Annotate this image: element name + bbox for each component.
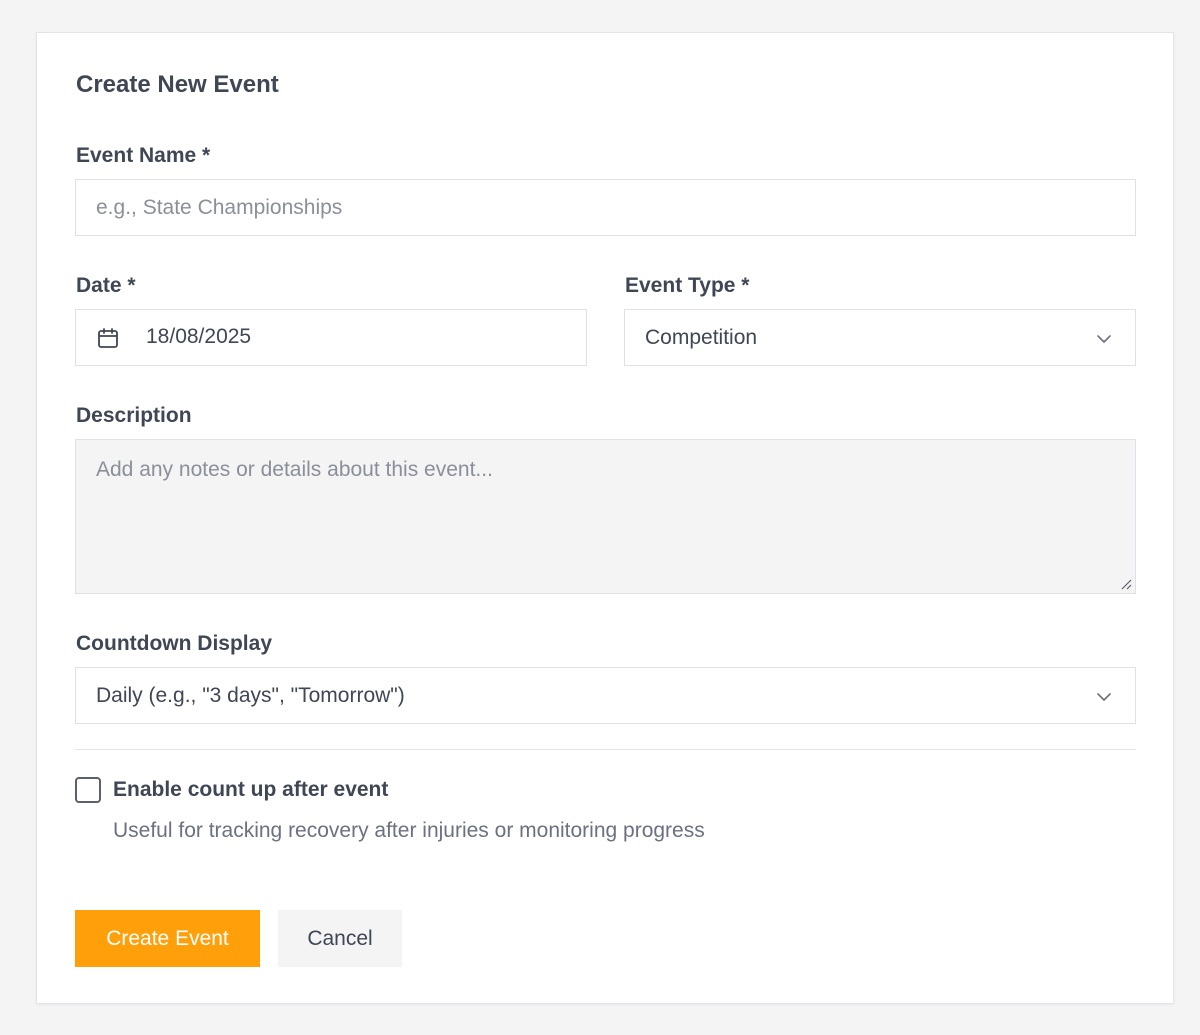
description-textarea[interactable]: Add any notes or details about this even… [75,439,1136,594]
event-name-input[interactable]: e.g., State Championships [75,179,1136,236]
event-name-placeholder: e.g., State Championships [96,195,343,219]
event-type-label: Event Type * [625,274,750,297]
countdown-label: Countdown Display [76,632,272,655]
count-up-label[interactable]: Enable count up after event [113,778,388,802]
divider [75,749,1136,750]
event-type-value: Competition [645,325,758,349]
count-up-checkbox[interactable] [75,777,101,803]
date-value: 18/08/2025 [146,325,252,348]
page-title: Create New Event [76,71,279,98]
cancel-button[interactable]: Cancel [278,910,402,967]
date-label: Date * [76,274,136,297]
create-event-card: Create New Event Event Name * e.g., Stat… [36,32,1174,1004]
description-label: Description [76,404,192,427]
event-type-select[interactable]: Competition [624,309,1136,366]
count-up-help-text: Useful for tracking recovery after injur… [113,819,705,842]
countdown-value: Daily (e.g., "3 days", "Tomorrow") [96,683,405,707]
description-placeholder: Add any notes or details about this even… [96,458,493,481]
date-input[interactable]: 18/08/2025 [75,309,587,366]
event-name-label: Event Name * [76,144,211,167]
resize-handle-icon[interactable] [1120,578,1132,590]
chevron-down-icon [1097,693,1111,701]
chevron-down-icon [1097,335,1111,343]
create-event-button[interactable]: Create Event [75,910,260,967]
countdown-select[interactable]: Daily (e.g., "3 days", "Tomorrow") [75,667,1136,724]
calendar-icon [98,328,118,348]
